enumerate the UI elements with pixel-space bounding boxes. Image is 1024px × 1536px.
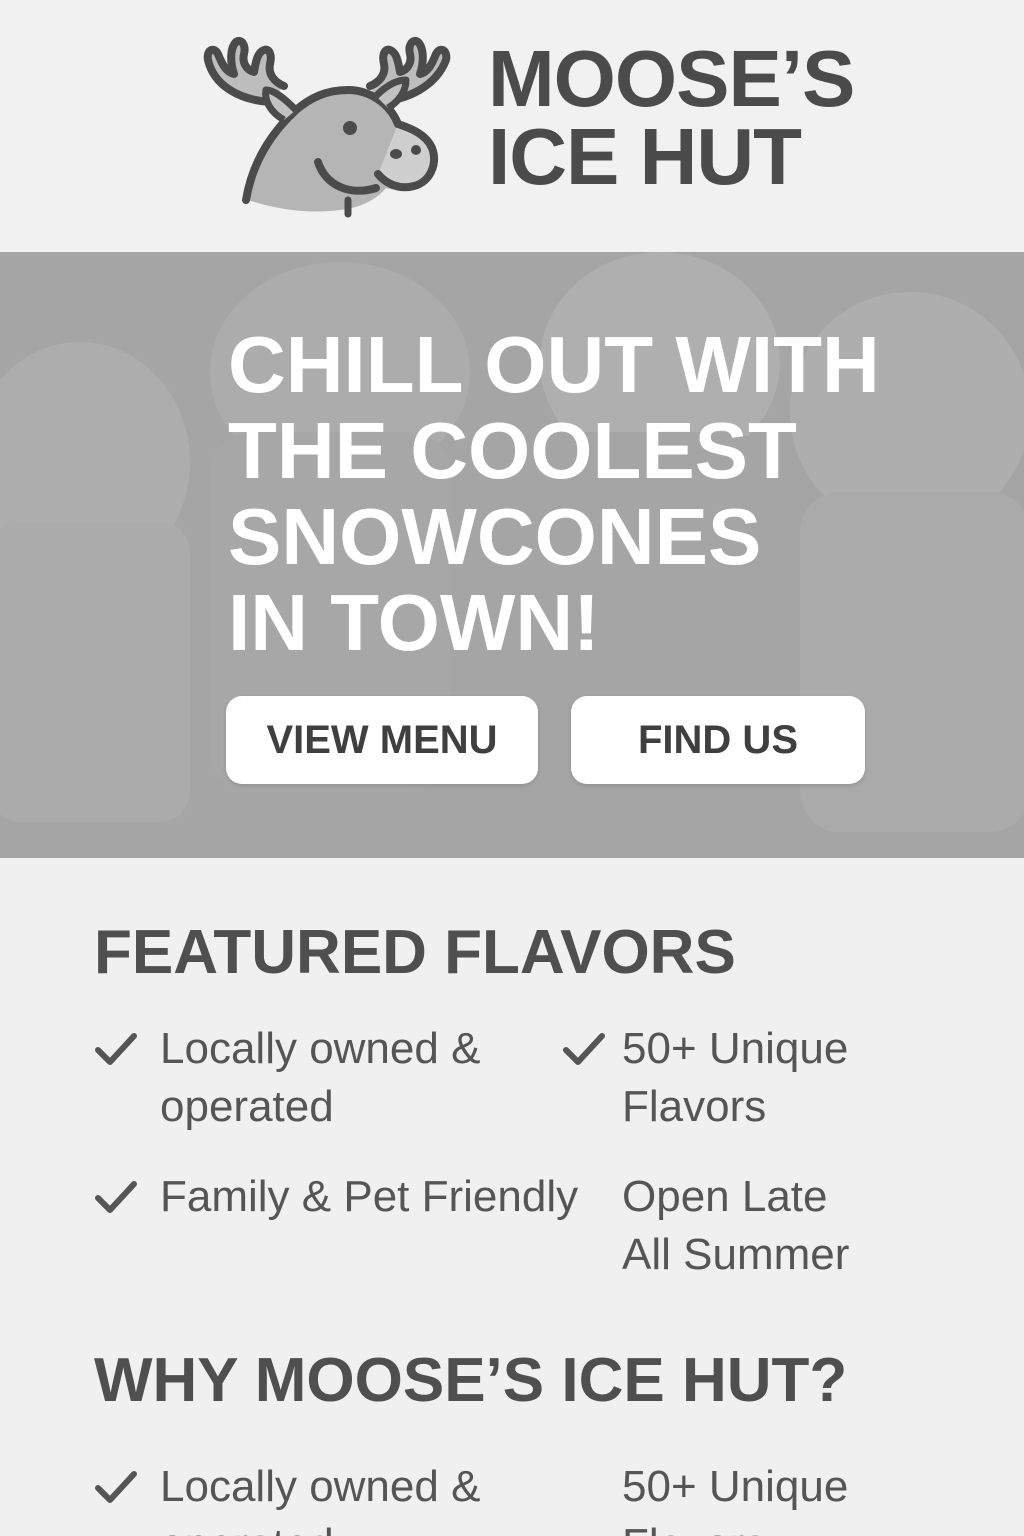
find-us-button[interactable]: FIND US	[571, 696, 865, 784]
view-menu-button[interactable]: VIEW MENU	[226, 696, 538, 784]
check-icon	[563, 1033, 605, 1065]
check-icon	[95, 1471, 137, 1503]
check-icon	[95, 1033, 137, 1065]
feature-item: 50+ Unique Flavors	[622, 1458, 1002, 1536]
page: MOOSE’S ICE HUT CHILL OUT WITH THE COOLE…	[0, 0, 1024, 1536]
feature-text-line: operated	[160, 1516, 480, 1536]
hero-banner: CHILL OUT WITH THE COOLEST SNOWCONES IN …	[0, 252, 1024, 858]
feature-item: 50+ Unique Flavors	[562, 1020, 962, 1140]
brand-name: MOOSE’S ICE HUT	[488, 34, 855, 201]
hero-headline-line: CHILL OUT WITH	[228, 320, 880, 409]
feature-text-line: Locally owned &	[160, 1024, 481, 1073]
moose-logo-icon[interactable]	[200, 24, 462, 220]
feature-text-line: operated	[160, 1082, 334, 1131]
feature-text-line: Family & Pet Friendly	[160, 1172, 579, 1221]
feature-item: Family & Pet Friendly	[94, 1168, 614, 1238]
feature-item: Locally owned & operated	[94, 1458, 554, 1536]
feature-text-line: Flavors	[622, 1082, 767, 1131]
brand-line-2: ICE HUT	[488, 112, 802, 201]
check-icon	[95, 1181, 137, 1213]
hero-headline-line: THE COOLEST	[228, 406, 797, 495]
feature-text-line: Flavors	[622, 1516, 848, 1536]
featured-flavors-heading: FEATURED FLAVORS	[94, 918, 736, 987]
site-header: MOOSE’S ICE HUT	[0, 0, 1024, 252]
brand-line-1: MOOSE’S	[488, 34, 855, 123]
hero-headline: CHILL OUT WITH THE COOLEST SNOWCONES IN …	[228, 322, 948, 666]
feature-text-line: All Summer	[622, 1230, 850, 1279]
feature-text-line: Locally owned &	[160, 1462, 481, 1511]
feature-item: Locally owned & operated	[94, 1020, 534, 1140]
feature-item: Open Late All Summer	[622, 1168, 982, 1288]
feature-text-line: 50+ Unique	[622, 1462, 849, 1511]
feature-text-line: 50+ Unique	[622, 1024, 849, 1073]
hero-headline-line: IN TOWN!	[228, 578, 600, 667]
why-heading: WHY MOOSE’S ICE HUT?	[94, 1346, 848, 1415]
hero-headline-line: SNOWCONES	[228, 492, 762, 581]
feature-text-line: Open Late	[622, 1172, 828, 1221]
